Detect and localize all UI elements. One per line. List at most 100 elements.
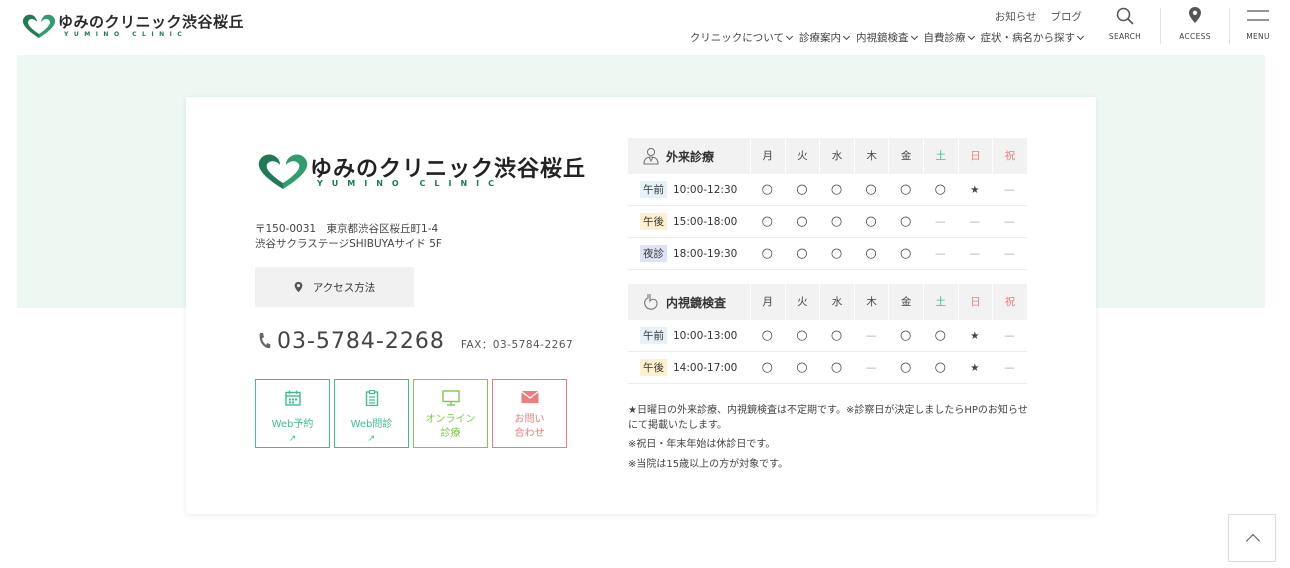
endoscopy-title-label: 内視鏡検査: [666, 295, 727, 310]
availability-mark: ○: [796, 246, 808, 261]
availability-mark: ○: [761, 182, 773, 197]
availability-mark: —: [935, 215, 946, 228]
heart-logo-icon: [258, 154, 308, 189]
header-logo[interactable]: ゆみのクリニック渋谷桜丘 YUMINO CLINIC: [20, 10, 244, 42]
map-pin-icon: [1189, 7, 1201, 23]
availability-mark: ○: [796, 214, 808, 229]
nav-self-pay-label: 自費診療: [923, 32, 966, 44]
news-link[interactable]: お知らせ: [995, 9, 1037, 24]
schedule-row: 午後 15:00-18:00 ○ ○ ○ ○ ○ — — —: [628, 206, 1027, 238]
availability-mark: ○: [796, 360, 808, 375]
schedule-row: 午前 10:00-12:30 ○ ○ ○ ○ ○ ○ ★ —: [628, 174, 1027, 206]
availability-mark: —: [1004, 247, 1015, 260]
outpatient-header-row: 外来診療 月 火 水 木 金 土 日 祝: [628, 138, 1027, 174]
availability-mark: ○: [900, 328, 912, 343]
outpatient-rows: 午前 10:00-12:30 ○ ○ ○ ○ ○ ○ ★ — 午後 15:00-18:00 ○ ○ ○ ○ ○ —…: [628, 174, 1027, 270]
day-header: 日: [957, 284, 993, 320]
nav-treatment-label: 診療案内: [799, 32, 841, 44]
chevron-up-icon: [1245, 533, 1261, 549]
phone-number[interactable]: 03-5784-2268: [277, 329, 445, 354]
availability-mark: ○: [830, 360, 843, 375]
time-range: 10:00-12:30: [673, 183, 738, 196]
availability-mark: ○: [934, 328, 946, 343]
top-links: お知らせ ブログ: [995, 9, 1082, 24]
availability-mark: ○: [761, 360, 773, 375]
address: 〒150-0031 東京都渋谷区桜丘町1-4 渋谷サクラステージSHIBUYAサ…: [255, 222, 442, 252]
nav-symptoms-label: 症状・病名から探す: [980, 32, 1076, 44]
blog-link[interactable]: ブログ: [1051, 9, 1083, 24]
header-logo-sub: YUMINO CLINIC: [64, 31, 188, 38]
day-header: 月: [750, 284, 785, 320]
schedule-note-1: ★日曜日の外来診療、内視鏡検査は不定期です。※診察日が決定しましたらHPのお知ら…: [628, 405, 1028, 431]
access-button[interactable]: アクセス方法: [255, 267, 414, 307]
access-nav-button[interactable]: ACCESS: [1172, 0, 1218, 45]
web-reservation-button[interactable]: Web予約 ↗: [255, 379, 330, 448]
header-logo-name: ゆみのクリニック渋谷桜丘: [58, 13, 245, 31]
hamburger-menu-icon: [1247, 10, 1269, 21]
access-nav-label: ACCESS: [1179, 32, 1211, 41]
doctor-icon: [643, 147, 659, 165]
availability-mark: ○: [865, 214, 877, 229]
web-questionnaire-button[interactable]: Web問診 ↗: [334, 379, 409, 448]
nav-treatment[interactable]: 診療案内: [799, 30, 851, 45]
nav-about[interactable]: クリニックについて: [689, 30, 794, 45]
day-header: 祝: [992, 284, 1027, 320]
nav-endoscopy[interactable]: 内視鏡検査: [856, 30, 918, 45]
availability-mark: ○: [865, 246, 877, 261]
time-slot: 午前 10:00-13:00: [628, 327, 750, 344]
schedule-table: 外来診療 月 火 水 木 金 土 日 祝 午前 10:00-12:30 ○ ○ ○ ○ ○ ○…: [628, 138, 1027, 384]
availability-mark: ○: [900, 214, 912, 229]
header-divider: [1229, 8, 1230, 44]
contact-line1: お問い: [514, 414, 545, 425]
web-reservation-label: Web予約: [271, 419, 314, 430]
time-slot: 午前 10:00-12:30: [628, 181, 750, 198]
calendar-icon: [285, 390, 301, 406]
period-tag: 午前: [640, 327, 667, 344]
search-label: SEARCH: [1108, 32, 1142, 41]
search-button[interactable]: SEARCH: [1102, 0, 1148, 45]
contact-phone: 03-5784-2268 FAX：03-5784-2267: [257, 329, 573, 354]
chevron-down-icon: [1076, 32, 1085, 41]
contact-button[interactable]: お問い 合わせ: [492, 379, 567, 448]
day-header: 水: [819, 284, 854, 320]
chevron-down-icon: [910, 32, 918, 41]
nav-endoscopy-label: 内視鏡検査: [856, 32, 909, 44]
availability-mark: —: [1004, 183, 1015, 196]
availability-mark: —: [865, 329, 877, 342]
availability-mark: ○: [761, 214, 773, 229]
period-tag: 午後: [640, 213, 667, 230]
card-logo: ゆみのクリニック渋谷桜丘 YUMINO CLINIC: [255, 151, 585, 191]
day-header: 日: [957, 138, 993, 174]
clipboard-icon: [365, 390, 379, 406]
day-header: 月: [750, 138, 785, 174]
time-slot: 午後 15:00-18:00: [628, 213, 750, 230]
nav-symptoms[interactable]: 症状・病名から探す: [980, 30, 1085, 45]
header-divider: [1160, 8, 1161, 44]
availability-mark: ○: [761, 328, 773, 343]
access-button-label: アクセス方法: [312, 281, 376, 294]
address-line1: 〒150-0031 東京都渋谷区桜丘町1-4: [255, 223, 439, 235]
menu-button[interactable]: MENU: [1238, 0, 1278, 45]
endoscopy-header-row: 内視鏡検査 月 火 水 木 金 土 日 祝: [628, 284, 1027, 320]
outpatient-title-label: 外来診療: [666, 149, 715, 164]
availability-mark: ○: [900, 182, 912, 197]
schedule-note-2: ※祝日・年末年始は休診日です。: [628, 439, 776, 450]
back-to-top-button[interactable]: [1228, 514, 1276, 562]
online-consultation-button[interactable]: オンライン 診療: [413, 379, 488, 448]
contact-line2: 合わせ: [514, 428, 545, 439]
nav-self-pay[interactable]: 自費診療: [923, 30, 975, 45]
card-logo-sub: YUMINO CLINIC: [317, 179, 503, 188]
main-nav: クリニックについて 診療案内 内視鏡検査 自費診療 症状・病名から探す: [689, 30, 1085, 45]
day-header: 土: [922, 284, 958, 320]
availability-mark: ★: [970, 361, 980, 374]
external-link-icon: ↗: [288, 434, 297, 444]
nav-about-label: クリニックについて: [689, 32, 784, 44]
online-consultation-line2: 診療: [440, 428, 461, 439]
day-header: 金: [888, 138, 923, 174]
availability-mark: ○: [900, 246, 912, 261]
chevron-down-icon: [842, 32, 851, 41]
schedule-note-3: ※当院は15歳以上の方が対象です。: [628, 459, 789, 470]
availability-mark: ○: [830, 328, 843, 343]
table-spacer: [628, 270, 1027, 284]
period-tag: 午前: [640, 181, 667, 198]
